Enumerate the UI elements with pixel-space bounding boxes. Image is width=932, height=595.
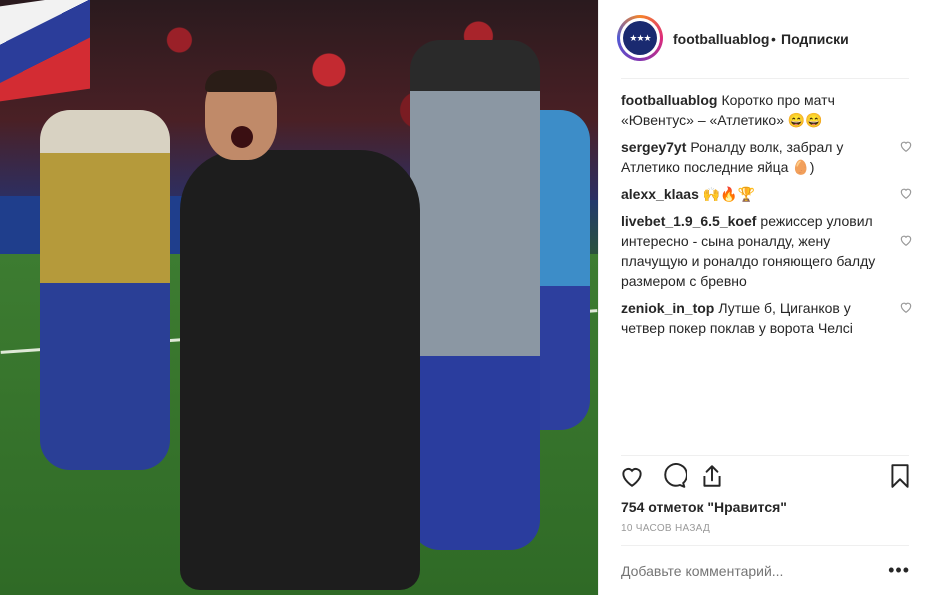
divider	[621, 455, 909, 456]
more-options-button[interactable]: •••	[888, 560, 910, 581]
bookmark-icon[interactable]	[887, 463, 913, 489]
avatar[interactable]: ★★★	[617, 15, 663, 61]
likes-count[interactable]: 754 отметок "Нравится"	[621, 499, 787, 515]
comment-text: 🙌🔥🏆	[702, 186, 756, 202]
comment-like-icon[interactable]	[899, 186, 913, 200]
comment-username[interactable]: livebet_1.9_6.5_koef	[621, 213, 756, 229]
caption: footballuablog Коротко про матч «Ювентус»…	[621, 90, 921, 130]
caption-username[interactable]: footballuablog	[621, 92, 717, 108]
comment: alexx_klaas 🙌🔥🏆	[621, 184, 921, 204]
comment: zeniok_in_top Лутше б, Циганков у четвер …	[621, 298, 921, 338]
post-time[interactable]: 10 часов назад	[621, 523, 710, 534]
share-icon[interactable]	[699, 463, 725, 489]
heart-icon[interactable]	[619, 463, 645, 489]
divider	[621, 545, 909, 546]
comment-username[interactable]: alexx_klaas	[621, 186, 699, 202]
comment-username[interactable]: zeniok_in_top	[621, 300, 714, 316]
comment: sergey7yt Роналду волк, забрал у Атлетико…	[621, 137, 921, 177]
post-image[interactable]	[0, 0, 598, 595]
action-bar	[599, 458, 932, 498]
player-left	[40, 110, 170, 470]
header-dot: •	[771, 31, 776, 47]
post-header: ★★★ footballuablog • Подписки	[599, 0, 932, 78]
post-sidebar: ★★★ footballuablog • Подписки footballua…	[598, 0, 932, 595]
flag	[0, 0, 90, 102]
comment-icon[interactable]	[661, 463, 687, 489]
player-right	[410, 40, 540, 550]
comment: livebet_1.9_6.5_koef режиссер уловил инте…	[621, 211, 921, 291]
follow-button[interactable]: Подписки	[781, 31, 849, 47]
celebrating-face	[205, 70, 277, 160]
celebrating-man	[180, 150, 420, 590]
comment-like-icon[interactable]	[899, 139, 913, 153]
comment-username[interactable]: sergey7yt	[621, 139, 686, 155]
comment-like-icon[interactable]	[899, 233, 913, 247]
comment-like-icon[interactable]	[899, 300, 913, 314]
add-comment-input[interactable]	[621, 563, 831, 579]
divider	[621, 78, 909, 79]
header-username[interactable]: footballuablog	[673, 31, 769, 47]
comments-list: footballuablog Коротко про матч «Ювентус»…	[621, 90, 921, 345]
